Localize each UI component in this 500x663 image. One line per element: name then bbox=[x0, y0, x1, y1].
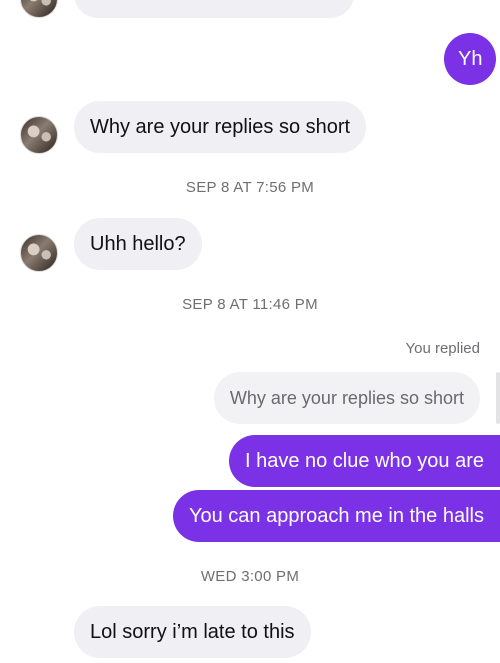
reply-indicator-bar bbox=[496, 372, 500, 424]
message-text: Why are your replies so short bbox=[90, 116, 351, 138]
quoted-message[interactable]: Why are your replies so short bbox=[213, 372, 480, 424]
message-text: Lol sorry i’m late to this bbox=[90, 621, 295, 643]
timestamp: WED 3:00 PM bbox=[200, 568, 300, 585]
message-bubble-outgoing[interactable]: You can approach me in the halls bbox=[172, 490, 500, 542]
contact-avatar[interactable] bbox=[20, 234, 58, 272]
contact-avatar[interactable] bbox=[20, 0, 58, 18]
message-text: I have no clue who you are bbox=[244, 450, 484, 472]
you-replied-label: You replied bbox=[405, 340, 480, 357]
message-bubble-incoming[interactable]: Uhh hello? bbox=[74, 218, 202, 270]
quoted-text: Why are your replies so short bbox=[229, 388, 464, 408]
message-bubble-incoming[interactable]: Lol sorry i’m late to this bbox=[74, 606, 311, 658]
timestamp: SEP 8 AT 7:56 PM bbox=[185, 179, 315, 196]
message-bubble-incoming[interactable]: Why are your replies so short bbox=[74, 101, 367, 153]
message-text: Uhh hello? bbox=[90, 233, 186, 255]
contact-avatar[interactable] bbox=[20, 116, 58, 154]
message-bubble-outgoing[interactable]: I have no clue who you are bbox=[228, 435, 500, 487]
message-bubble-incoming-partial[interactable] bbox=[74, 0, 354, 18]
message-text: Yh bbox=[458, 48, 483, 70]
message-text: You can approach me in the halls bbox=[188, 505, 484, 527]
message-bubble-outgoing[interactable]: Yh bbox=[444, 33, 497, 85]
timestamp: SEP 8 AT 11:46 PM bbox=[182, 296, 318, 313]
